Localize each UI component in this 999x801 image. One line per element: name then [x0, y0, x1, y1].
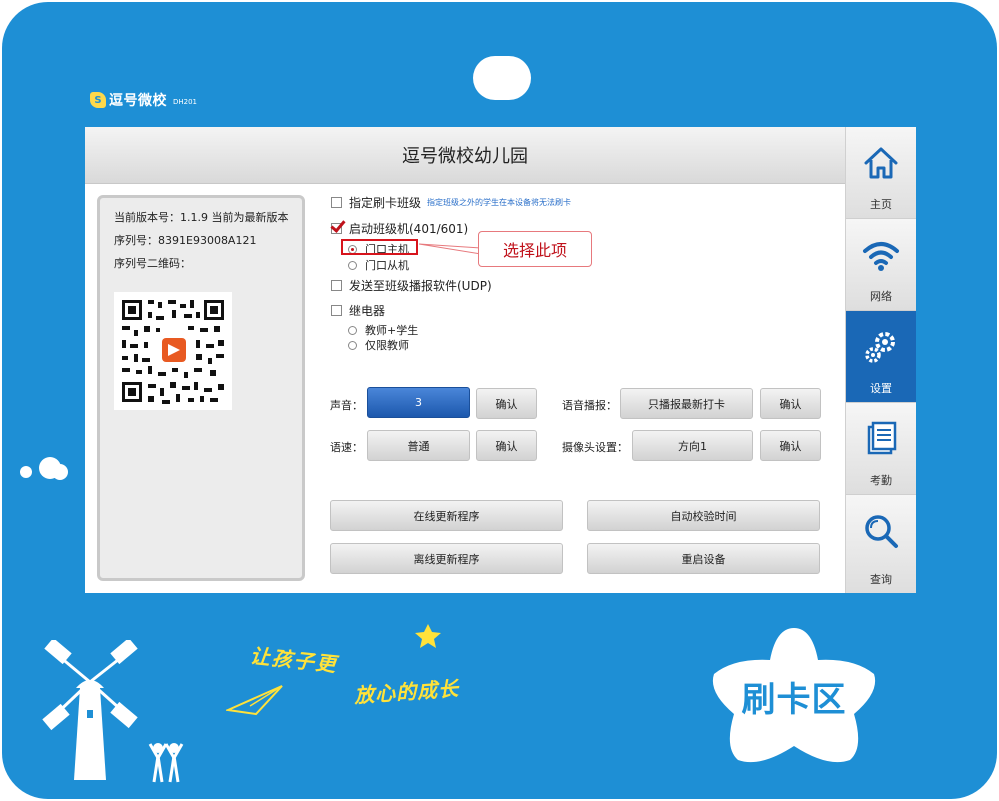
nav-label-settings: 设置: [870, 382, 892, 395]
camera-slot: [473, 56, 531, 100]
camera-confirm-button[interactable]: 确认: [760, 430, 821, 461]
version-info: 当前版本号：1.1.9 当前为最新版本: [114, 211, 289, 224]
callout-pointer-icon: [419, 243, 481, 255]
teacher-only-label: 仅限教师: [365, 339, 409, 352]
class-device-checkbox[interactable]: [331, 223, 342, 234]
door-slave-label: 门口从机: [365, 259, 409, 272]
speed-confirm-button[interactable]: 确认: [476, 430, 537, 461]
online-update-button[interactable]: 在线更新程序: [330, 500, 563, 531]
card-zone-label: 刷卡区: [741, 680, 847, 720]
brand-logo: S 逗号微校 DH201: [90, 90, 197, 110]
camera-setting-selector[interactable]: 方向1: [632, 430, 753, 461]
radio-door-slave[interactable]: 门口从机: [348, 257, 409, 273]
radio-teacher-only[interactable]: 仅限教师: [348, 337, 409, 353]
brand-model: DH201: [173, 98, 198, 106]
nav-item-network[interactable]: 网络: [846, 219, 916, 311]
slogan-line-2: 放心的成长: [353, 676, 460, 708]
nav-item-home[interactable]: 主页: [846, 127, 916, 219]
wifi-icon: [863, 242, 899, 271]
nav-label-attendance: 考勤: [870, 474, 892, 487]
windmill-icon: [42, 640, 138, 780]
option-send-udp[interactable]: 发送至班级播报软件(UDP): [331, 277, 492, 294]
volume-confirm-button[interactable]: 确认: [476, 388, 537, 419]
star-doodle-icon: [415, 624, 441, 648]
speech-speed-label: 语速：: [330, 441, 363, 454]
brand-mark-icon: S: [90, 92, 106, 108]
card-swipe-zone: 刷卡区: [704, 622, 884, 768]
volume-label: 声音：: [330, 399, 363, 412]
offline-update-button[interactable]: 离线更新程序: [330, 543, 563, 574]
teacher-student-label: 教师+学生: [365, 324, 419, 337]
footer-slogan: 让孩子更 放心的成长: [226, 622, 486, 718]
device-screen: 逗号微校幼儿园 当前版本号：1.1.9 当前为最新版本 序列号：8391E930…: [85, 127, 916, 593]
radio-teacher-student[interactable]: 教师+学生: [348, 322, 418, 338]
page-title: 逗号微校幼儿园: [85, 127, 845, 184]
teacher-only-radio[interactable]: [348, 340, 357, 350]
door-slave-radio[interactable]: [348, 260, 357, 270]
children-icon: [148, 743, 184, 783]
callout-note: 选择此项: [478, 231, 592, 267]
send-udp-checkbox[interactable]: [331, 280, 342, 291]
voice-broadcast-label: 语音播报：: [562, 399, 617, 412]
side-navigation: 主页 网络 设置 考勤 查询: [845, 127, 916, 593]
class-device-label: 启动班级机(401/601): [349, 222, 469, 236]
assign-class-label: 指定刷卡班级: [349, 196, 422, 210]
assign-class-hint: 指定班级之外的学生在本设备将无法刷卡: [427, 198, 572, 207]
volume-selector[interactable]: 3: [367, 387, 470, 418]
nav-label-home: 主页: [870, 198, 892, 211]
slogan-line-1: 让孩子更: [248, 643, 339, 677]
send-udp-label: 发送至班级播报软件(UDP): [349, 279, 492, 293]
voice-confirm-button[interactable]: 确认: [760, 388, 821, 419]
serial-qr-code: [114, 292, 232, 410]
attendance-icon: [867, 421, 897, 455]
speech-speed-selector[interactable]: 普通: [367, 430, 470, 461]
auto-time-sync-button[interactable]: 自动校验时间: [587, 500, 820, 531]
relay-checkbox[interactable]: [331, 305, 342, 316]
serial-number: 序列号：8391E93008A121: [114, 234, 257, 247]
voice-broadcast-selector[interactable]: 只播报最新打卡: [620, 388, 753, 419]
nav-label-network: 网络: [870, 290, 892, 303]
qr-code-icon: [122, 300, 224, 404]
cloud-doodle-icon: [20, 457, 68, 480]
device-info-panel: 当前版本号：1.1.9 当前为最新版本 序列号：8391E93008A121 序…: [97, 195, 305, 581]
nav-item-attendance[interactable]: 考勤: [846, 403, 916, 495]
qr-label: 序列号二维码：: [114, 257, 191, 270]
home-icon: [864, 147, 898, 179]
brand-name: 逗号微校: [109, 93, 167, 109]
nav-label-search: 查询: [870, 573, 892, 586]
search-icon: [865, 515, 898, 548]
option-assign-class[interactable]: 指定刷卡班级 指定班级之外的学生在本设备将无法刷卡: [331, 194, 571, 211]
nav-item-settings[interactable]: 设置: [846, 311, 916, 403]
camera-setting-label: 摄像头设置：: [562, 441, 628, 454]
nav-item-search[interactable]: 查询: [846, 495, 916, 593]
option-class-device[interactable]: 启动班级机(401/601): [331, 220, 468, 237]
option-relay[interactable]: 继电器: [331, 302, 385, 319]
assign-class-checkbox[interactable]: [331, 197, 342, 208]
teacher-student-radio[interactable]: [348, 325, 357, 335]
paper-plane-icon: [226, 685, 283, 716]
relay-label: 继电器: [349, 304, 386, 318]
restart-device-button[interactable]: 重启设备: [587, 543, 820, 574]
gear-icon: [865, 332, 895, 363]
selection-highlight: [341, 239, 418, 255]
